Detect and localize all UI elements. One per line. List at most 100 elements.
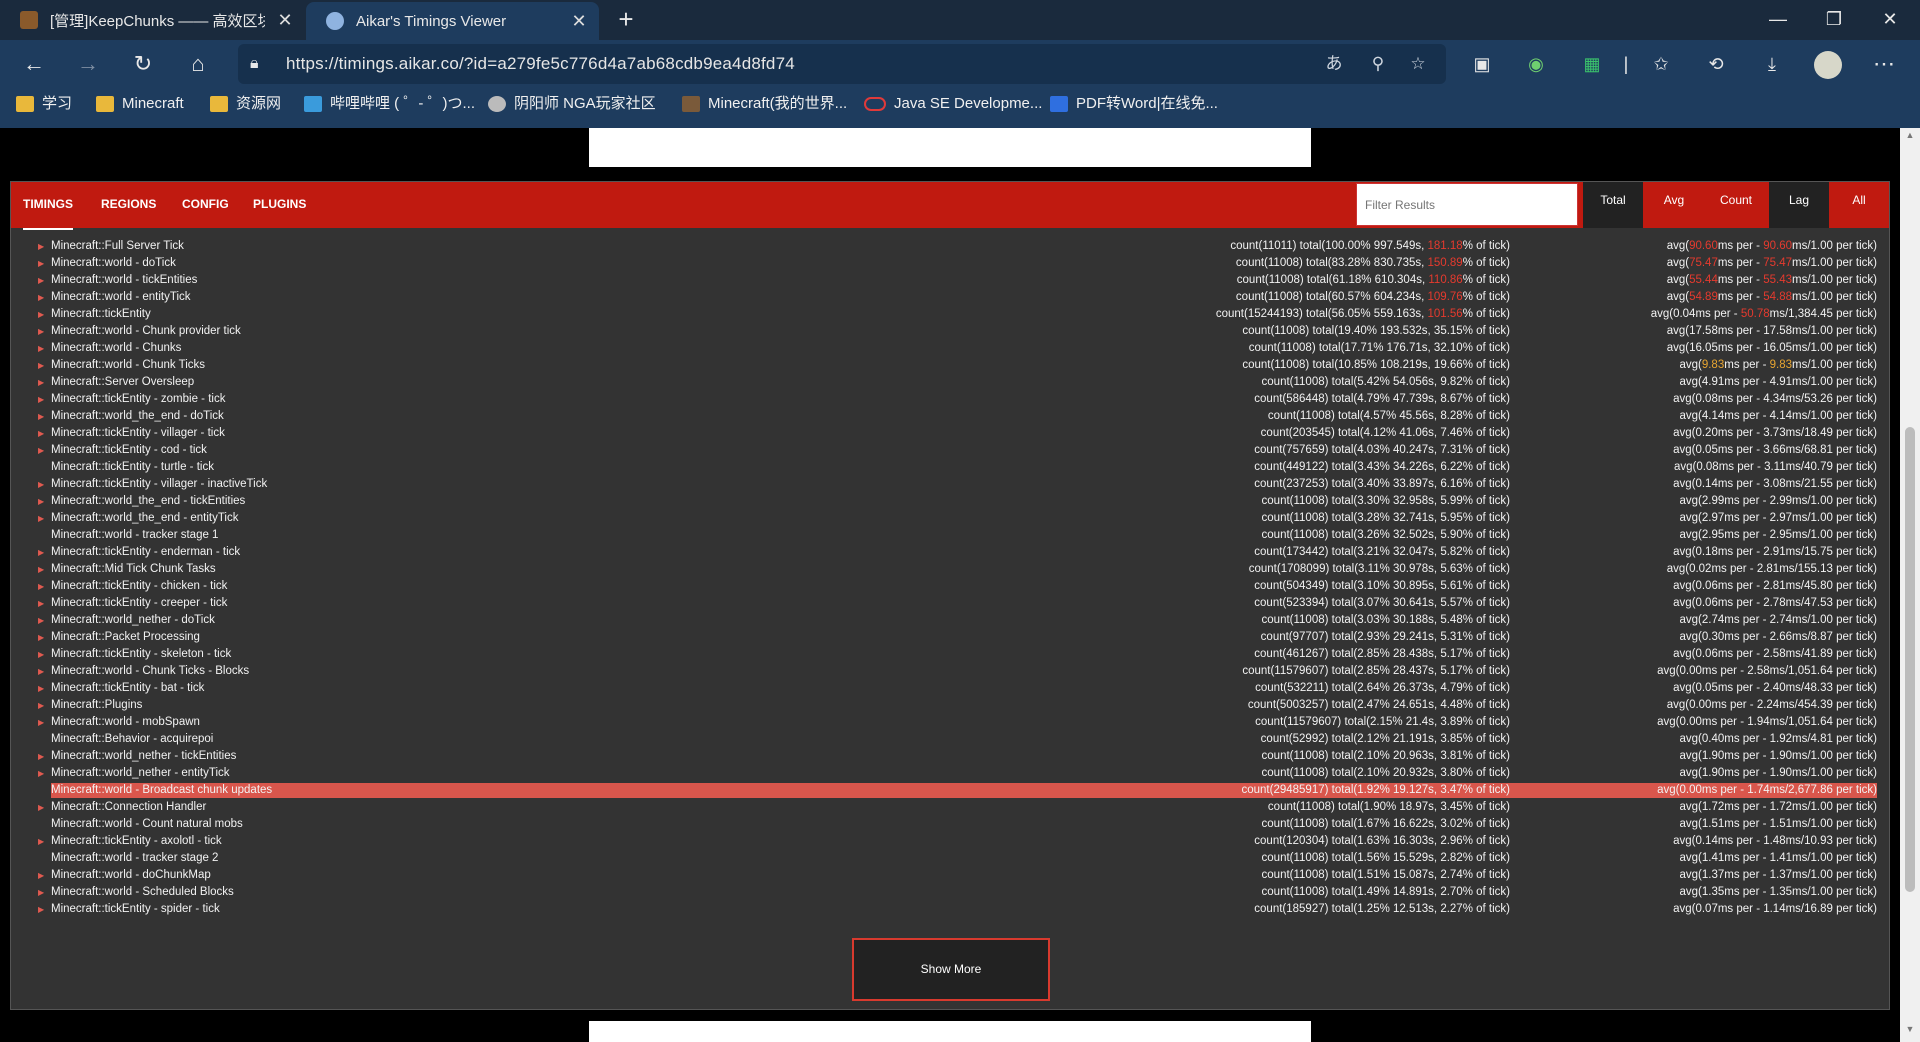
timing-name[interactable]: Minecraft::world - Chunk Ticks: [51, 357, 205, 374]
timing-name[interactable]: Minecraft::Packet Processing: [51, 629, 200, 646]
add-favorite-icon[interactable]: ☆: [1402, 44, 1434, 84]
close-tab-icon[interactable]: ✕: [265, 10, 305, 31]
refresh-icon[interactable]: ↻: [127, 48, 159, 80]
expand-arrow-icon[interactable]: ▶: [38, 255, 46, 272]
expand-arrow-icon[interactable]: ▶: [38, 901, 46, 918]
timing-name[interactable]: Minecraft::tickEntity - turtle - tick: [51, 459, 214, 476]
expand-arrow-icon[interactable]: ▶: [38, 425, 46, 442]
zoom-icon[interactable]: ⚲: [1362, 44, 1394, 84]
timing-row[interactable]: ▶ Minecraft::Connection Handler count(1100…: [11, 799, 1889, 816]
bookmark-pdf[interactable]: PDF转Word|在线免...: [1050, 88, 1218, 120]
minimize-icon[interactable]: —: [1750, 0, 1806, 40]
timing-row[interactable]: ▶ Minecraft::tickEntity - creeper - tick c…: [11, 595, 1889, 612]
tab-timings[interactable]: TIMINGS: [23, 182, 73, 230]
timing-row[interactable]: ▶ Minecraft::world - Chunk Ticks count(110…: [11, 357, 1889, 374]
extension-icon[interactable]: ◉: [1520, 48, 1552, 80]
bookmark-study[interactable]: 学习: [16, 88, 72, 120]
expand-arrow-icon[interactable]: ▶: [38, 833, 46, 850]
expand-arrow-icon[interactable]: ▶: [38, 680, 46, 697]
expand-arrow-icon[interactable]: ▶: [38, 663, 46, 680]
show-more-button[interactable]: Show More: [852, 938, 1050, 1001]
bookmark-bilibili[interactable]: 哔哩哔哩 ( ゜- ゜)つ...: [304, 88, 475, 120]
timing-name[interactable]: Minecraft::world_the_end - tickEntities: [51, 493, 245, 510]
expand-arrow-icon[interactable]: ▶: [38, 408, 46, 425]
timing-name[interactable]: Minecraft::Connection Handler: [51, 799, 206, 816]
favorites-icon[interactable]: ✩: [1645, 48, 1677, 80]
close-tab-icon[interactable]: ✕: [559, 11, 599, 32]
expand-arrow-icon[interactable]: ▶: [38, 884, 46, 901]
expand-arrow-icon[interactable]: ▶: [38, 357, 46, 374]
history-icon[interactable]: ⟲: [1700, 48, 1732, 80]
expand-arrow-icon[interactable]: ▶: [38, 272, 46, 289]
timing-name[interactable]: Minecraft::world_nether - entityTick: [51, 765, 230, 782]
tab-config[interactable]: CONFIG: [182, 182, 229, 228]
tab-regions[interactable]: REGIONS: [101, 182, 156, 228]
expand-arrow-icon[interactable]: ▶: [38, 595, 46, 612]
timing-name[interactable]: Minecraft::Behavior - acquirepoi: [51, 731, 213, 748]
expand-arrow-icon[interactable]: ▶: [38, 323, 46, 340]
timing-row[interactable]: Minecraft::tickEntity - turtle - tick cou…: [11, 459, 1889, 476]
expand-arrow-icon[interactable]: ▶: [38, 476, 46, 493]
timing-row[interactable]: Minecraft::world - tracker stage 2 count(…: [11, 850, 1889, 867]
new-tab-icon[interactable]: +: [608, 0, 644, 40]
filter-input[interactable]: [1357, 184, 1577, 225]
timing-row[interactable]: ▶ Minecraft::world_nether - doTick count(1…: [11, 612, 1889, 629]
expand-arrow-icon[interactable]: ▶: [38, 493, 46, 510]
expand-arrow-icon[interactable]: ▶: [38, 578, 46, 595]
timing-row[interactable]: Minecraft::Behavior - acquirepoi count(52…: [11, 731, 1889, 748]
tab-timings-viewer[interactable]: Aikar's Timings Viewer ✕: [306, 2, 599, 40]
url-text[interactable]: https://timings.aikar.co/?id=a279fe5c776…: [286, 44, 795, 84]
timing-name[interactable]: Minecraft::world - Chunks: [51, 340, 181, 357]
scroll-up-icon[interactable]: ▲: [1900, 130, 1920, 144]
mode-all-button[interactable]: All: [1829, 182, 1889, 228]
timing-row[interactable]: ▶ Minecraft::world_the_end - entityTick co…: [11, 510, 1889, 527]
expand-arrow-icon[interactable]: ▶: [38, 391, 46, 408]
timing-name[interactable]: Minecraft::world - Count natural mobs: [51, 816, 243, 833]
extension-green-icon[interactable]: ▦: [1576, 48, 1608, 80]
timing-row[interactable]: ▶ Minecraft::Mid Tick Chunk Tasks count(17…: [11, 561, 1889, 578]
timing-row[interactable]: ▶ Minecraft::tickEntity - villager - tick…: [11, 425, 1889, 442]
expand-arrow-icon[interactable]: ▶: [38, 629, 46, 646]
timing-row[interactable]: ▶ Minecraft::Packet Processing count(97707…: [11, 629, 1889, 646]
sort-total-button[interactable]: Total: [1583, 182, 1643, 228]
restore-icon[interactable]: ❐: [1806, 0, 1862, 40]
timing-name[interactable]: Minecraft::tickEntity - zombie - tick: [51, 391, 225, 408]
address-bar[interactable]: 🔒︎ https://timings.aikar.co/?id=a279fe5c…: [238, 44, 1446, 84]
timing-row[interactable]: ▶ Minecraft::tickEntity count(15244193) to…: [11, 306, 1889, 323]
timing-name[interactable]: Minecraft::world - tracker stage 1: [51, 527, 218, 544]
sort-count-button[interactable]: Count: [1705, 182, 1767, 228]
expand-arrow-icon[interactable]: ▶: [38, 714, 46, 731]
expand-arrow-icon[interactable]: ▶: [38, 561, 46, 578]
expand-arrow-icon[interactable]: ▶: [38, 612, 46, 629]
timing-name[interactable]: Minecraft::tickEntity - spider - tick: [51, 901, 220, 918]
timing-name[interactable]: Minecraft::world - entityTick: [51, 289, 191, 306]
timing-name[interactable]: Minecraft::tickEntity - creeper - tick: [51, 595, 227, 612]
timing-row[interactable]: ▶ Minecraft::world - entityTick count(1100…: [11, 289, 1889, 306]
expand-arrow-icon[interactable]: ▶: [38, 510, 46, 527]
close-window-icon[interactable]: ✕: [1862, 0, 1918, 40]
timing-name[interactable]: Minecraft::world_the_end - entityTick: [51, 510, 239, 527]
timing-row[interactable]: ▶ Minecraft::tickEntity - chicken - tick c…: [11, 578, 1889, 595]
timing-name[interactable]: Minecraft::world_nether - tickEntities: [51, 748, 236, 765]
tab-plugins[interactable]: PLUGINS: [253, 182, 306, 228]
more-menu-icon[interactable]: ⋯: [1868, 48, 1900, 80]
timing-name[interactable]: Minecraft::tickEntity - axolotl - tick: [51, 833, 222, 850]
timing-name[interactable]: Minecraft::Full Server Tick: [51, 238, 184, 255]
timing-name[interactable]: Minecraft::world_the_end - doTick: [51, 408, 224, 425]
expand-arrow-icon[interactable]: ▶: [38, 544, 46, 561]
expand-arrow-icon[interactable]: ▶: [38, 799, 46, 816]
bookmark-resources[interactable]: 资源网: [210, 88, 281, 120]
timing-row[interactable]: ▶ Minecraft::tickEntity - axolotl - tick c…: [11, 833, 1889, 850]
timing-row[interactable]: ▶ Minecraft::Server Oversleep count(11008)…: [11, 374, 1889, 391]
timing-name[interactable]: Minecraft::world - Scheduled Blocks: [51, 884, 234, 901]
timing-name[interactable]: Minecraft::tickEntity - villager - tick: [51, 425, 225, 442]
timing-row[interactable]: Minecraft::world - Count natural mobs cou…: [11, 816, 1889, 833]
expand-arrow-icon[interactable]: ▶: [38, 748, 46, 765]
timing-row[interactable]: ▶ Minecraft::world - tickEntities count(11…: [11, 272, 1889, 289]
timing-row[interactable]: ▶ Minecraft::world - doChunkMap count(1100…: [11, 867, 1889, 884]
timing-row[interactable]: ▶ Minecraft::world_the_end - doTick count(…: [11, 408, 1889, 425]
read-aloud-icon[interactable]: あ: [1318, 44, 1350, 84]
timing-row[interactable]: ▶ Minecraft::tickEntity - enderman - tick…: [11, 544, 1889, 561]
timing-row[interactable]: ▶ Minecraft::world_the_end - tickEntities…: [11, 493, 1889, 510]
downloads-icon[interactable]: ⤓: [1756, 48, 1788, 80]
